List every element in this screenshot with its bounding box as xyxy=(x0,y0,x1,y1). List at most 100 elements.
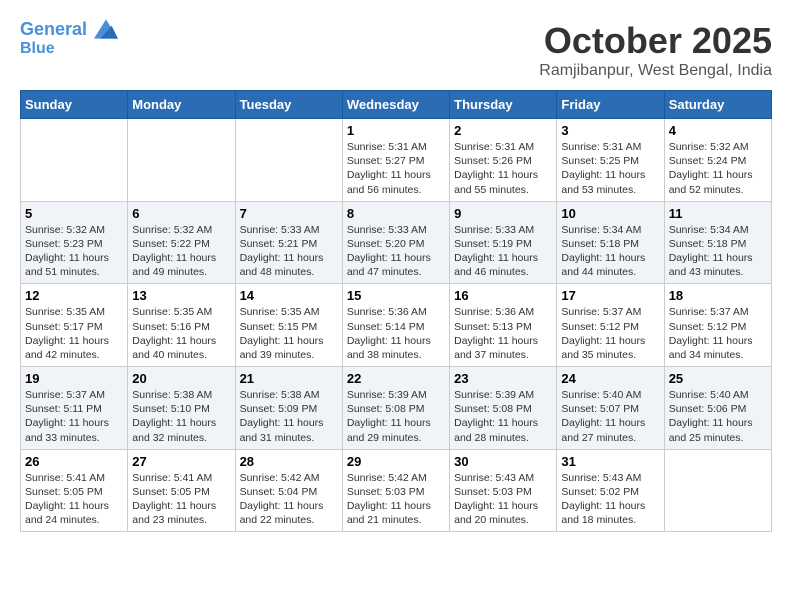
calendar-cell: 14 Sunrise: 5:35 AMSunset: 5:15 PMDayligh… xyxy=(235,284,342,367)
day-info: Sunrise: 5:35 AMSunset: 5:15 PMDaylight:… xyxy=(240,305,338,362)
header-day-monday: Monday xyxy=(128,91,235,119)
calendar-cell: 19 Sunrise: 5:37 AMSunset: 5:11 PMDayligh… xyxy=(21,367,128,450)
header-day-friday: Friday xyxy=(557,91,664,119)
day-info: Sunrise: 5:33 AMSunset: 5:19 PMDaylight:… xyxy=(454,223,552,280)
day-number: 13 xyxy=(132,288,230,303)
calendar-cell: 3 Sunrise: 5:31 AMSunset: 5:25 PMDaylight… xyxy=(557,119,664,202)
day-number: 21 xyxy=(240,371,338,386)
calendar-cell: 5 Sunrise: 5:32 AMSunset: 5:23 PMDaylight… xyxy=(21,201,128,284)
calendar-cell: 26 Sunrise: 5:41 AMSunset: 5:05 PMDayligh… xyxy=(21,449,128,532)
logo-text: General xyxy=(20,20,118,40)
calendar-cell: 2 Sunrise: 5:31 AMSunset: 5:26 PMDaylight… xyxy=(450,119,557,202)
calendar-cell: 16 Sunrise: 5:36 AMSunset: 5:13 PMDayligh… xyxy=(450,284,557,367)
calendar-cell: 24Sunrise: 5:40 AMSunset: 5:07 PMDayligh… xyxy=(557,367,664,450)
calendar-cell: 27 Sunrise: 5:41 AMSunset: 5:05 PMDayligh… xyxy=(128,449,235,532)
day-info: Sunrise: 5:37 AMSunset: 5:12 PMDaylight:… xyxy=(561,305,659,362)
page-header: General Blue October 2025 Ramjibanpur, W… xyxy=(20,20,772,80)
day-info: Sunrise: 5:34 AMSunset: 5:18 PMDaylight:… xyxy=(561,223,659,280)
day-info: Sunrise: 5:42 AMSunset: 5:03 PMDaylight:… xyxy=(347,471,445,528)
header-day-saturday: Saturday xyxy=(664,91,771,119)
day-number: 14 xyxy=(240,288,338,303)
week-row-3: 12 Sunrise: 5:35 AMSunset: 5:17 PMDayligh… xyxy=(21,284,772,367)
month-title: October 2025 xyxy=(539,20,772,62)
day-info: Sunrise: 5:37 AMSunset: 5:12 PMDaylight:… xyxy=(669,305,767,362)
header-day-thursday: Thursday xyxy=(450,91,557,119)
calendar-cell: 20 Sunrise: 5:38 AMSunset: 5:10 PMDayligh… xyxy=(128,367,235,450)
calendar-cell xyxy=(128,119,235,202)
calendar-cell: 18 Sunrise: 5:37 AMSunset: 5:12 PMDayligh… xyxy=(664,284,771,367)
day-info: Sunrise: 5:43 AMSunset: 5:03 PMDaylight:… xyxy=(454,471,552,528)
day-number: 19 xyxy=(25,371,123,386)
week-row-4: 19 Sunrise: 5:37 AMSunset: 5:11 PMDayligh… xyxy=(21,367,772,450)
day-info: Sunrise: 5:32 AMSunset: 5:22 PMDaylight:… xyxy=(132,223,230,280)
day-info: Sunrise: 5:36 AMSunset: 5:13 PMDaylight:… xyxy=(454,305,552,362)
logo: General Blue xyxy=(20,20,118,57)
day-number: 18 xyxy=(669,288,767,303)
calendar-cell: 21 Sunrise: 5:38 AMSunset: 5:09 PMDayligh… xyxy=(235,367,342,450)
day-info: Sunrise: 5:31 AMSunset: 5:27 PMDaylight:… xyxy=(347,140,445,197)
day-number: 5 xyxy=(25,206,123,221)
day-info: Sunrise: 5:37 AMSunset: 5:11 PMDaylight:… xyxy=(25,388,123,445)
day-number: 10 xyxy=(561,206,659,221)
calendar-cell: 11Sunrise: 5:34 AMSunset: 5:18 PMDayligh… xyxy=(664,201,771,284)
day-number: 23 xyxy=(454,371,552,386)
day-info: Sunrise: 5:38 AMSunset: 5:09 PMDaylight:… xyxy=(240,388,338,445)
day-info: Sunrise: 5:41 AMSunset: 5:05 PMDaylight:… xyxy=(25,471,123,528)
day-info: Sunrise: 5:42 AMSunset: 5:04 PMDaylight:… xyxy=(240,471,338,528)
day-number: 1 xyxy=(347,123,445,138)
calendar-cell: 17 Sunrise: 5:37 AMSunset: 5:12 PMDayligh… xyxy=(557,284,664,367)
calendar-cell: 22Sunrise: 5:39 AMSunset: 5:08 PMDayligh… xyxy=(342,367,449,450)
calendar-cell: 10 Sunrise: 5:34 AMSunset: 5:18 PMDayligh… xyxy=(557,201,664,284)
calendar-cell: 4Sunrise: 5:32 AMSunset: 5:24 PMDaylight… xyxy=(664,119,771,202)
day-number: 24 xyxy=(561,371,659,386)
calendar-cell: 12 Sunrise: 5:35 AMSunset: 5:17 PMDayligh… xyxy=(21,284,128,367)
day-number: 11 xyxy=(669,206,767,221)
header-row: SundayMondayTuesdayWednesdayThursdayFrid… xyxy=(21,91,772,119)
day-number: 2 xyxy=(454,123,552,138)
calendar-cell: 1 Sunrise: 5:31 AMSunset: 5:27 PMDaylight… xyxy=(342,119,449,202)
calendar-cell: 29Sunrise: 5:42 AMSunset: 5:03 PMDayligh… xyxy=(342,449,449,532)
header-day-sunday: Sunday xyxy=(21,91,128,119)
calendar-cell: 23 Sunrise: 5:39 AMSunset: 5:08 PMDayligh… xyxy=(450,367,557,450)
day-number: 9 xyxy=(454,206,552,221)
week-row-5: 26 Sunrise: 5:41 AMSunset: 5:05 PMDayligh… xyxy=(21,449,772,532)
day-info: Sunrise: 5:39 AMSunset: 5:08 PMDaylight:… xyxy=(347,388,445,445)
calendar-cell: 6 Sunrise: 5:32 AMSunset: 5:22 PMDaylight… xyxy=(128,201,235,284)
title-block: October 2025 Ramjibanpur, West Bengal, I… xyxy=(539,20,772,80)
day-info: Sunrise: 5:32 AMSunset: 5:23 PMDaylight:… xyxy=(25,223,123,280)
calendar-cell: 28 Sunrise: 5:42 AMSunset: 5:04 PMDayligh… xyxy=(235,449,342,532)
day-number: 12 xyxy=(25,288,123,303)
day-number: 28 xyxy=(240,454,338,469)
day-number: 17 xyxy=(561,288,659,303)
day-info: Sunrise: 5:41 AMSunset: 5:05 PMDaylight:… xyxy=(132,471,230,528)
calendar-cell: 9 Sunrise: 5:33 AMSunset: 5:19 PMDaylight… xyxy=(450,201,557,284)
calendar-cell: 7Sunrise: 5:33 AMSunset: 5:21 PMDaylight… xyxy=(235,201,342,284)
calendar-cell: 31Sunrise: 5:43 AMSunset: 5:02 PMDayligh… xyxy=(557,449,664,532)
day-number: 20 xyxy=(132,371,230,386)
day-info: Sunrise: 5:31 AMSunset: 5:25 PMDaylight:… xyxy=(561,140,659,197)
week-row-1: 1 Sunrise: 5:31 AMSunset: 5:27 PMDaylight… xyxy=(21,119,772,202)
calendar-cell xyxy=(664,449,771,532)
day-info: Sunrise: 5:31 AMSunset: 5:26 PMDaylight:… xyxy=(454,140,552,197)
calendar-cell xyxy=(21,119,128,202)
day-number: 27 xyxy=(132,454,230,469)
day-info: Sunrise: 5:39 AMSunset: 5:08 PMDaylight:… xyxy=(454,388,552,445)
calendar-cell: 15Sunrise: 5:36 AMSunset: 5:14 PMDayligh… xyxy=(342,284,449,367)
calendar-cell xyxy=(235,119,342,202)
day-info: Sunrise: 5:33 AMSunset: 5:21 PMDaylight:… xyxy=(240,223,338,280)
day-info: Sunrise: 5:40 AMSunset: 5:06 PMDaylight:… xyxy=(669,388,767,445)
day-number: 4 xyxy=(669,123,767,138)
calendar-cell: 8Sunrise: 5:33 AMSunset: 5:20 PMDaylight… xyxy=(342,201,449,284)
calendar-cell: 30Sunrise: 5:43 AMSunset: 5:03 PMDayligh… xyxy=(450,449,557,532)
day-info: Sunrise: 5:35 AMSunset: 5:17 PMDaylight:… xyxy=(25,305,123,362)
day-number: 16 xyxy=(454,288,552,303)
day-number: 3 xyxy=(561,123,659,138)
day-info: Sunrise: 5:38 AMSunset: 5:10 PMDaylight:… xyxy=(132,388,230,445)
day-number: 26 xyxy=(25,454,123,469)
day-number: 6 xyxy=(132,206,230,221)
calendar-cell: 25Sunrise: 5:40 AMSunset: 5:06 PMDayligh… xyxy=(664,367,771,450)
day-number: 31 xyxy=(561,454,659,469)
calendar-table: SundayMondayTuesdayWednesdayThursdayFrid… xyxy=(20,90,772,532)
week-row-2: 5 Sunrise: 5:32 AMSunset: 5:23 PMDaylight… xyxy=(21,201,772,284)
header-day-wednesday: Wednesday xyxy=(342,91,449,119)
